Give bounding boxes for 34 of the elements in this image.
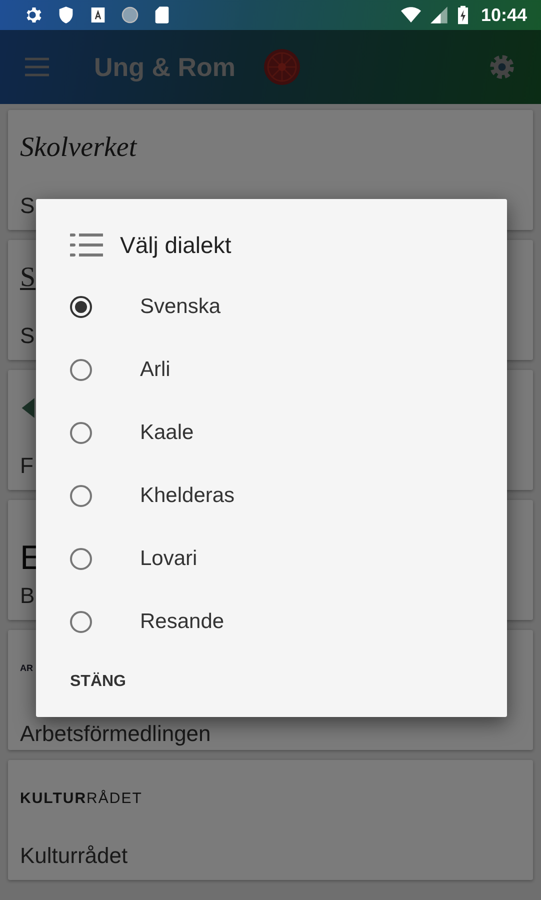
settings-icon [24, 5, 44, 25]
wheel-icon [262, 47, 302, 87]
close-button[interactable]: STÄNG [66, 667, 130, 697]
wifi-icon [400, 5, 421, 25]
dialect-option[interactable]: Khelderas [70, 464, 507, 527]
card-title: Arbetsförmedlingen [20, 722, 211, 746]
logo-text: AR [20, 663, 33, 673]
circle-icon [120, 5, 140, 25]
app-title: Ung & Rom [94, 52, 236, 82]
card-title: Kulturrådet [20, 844, 128, 868]
dialect-option[interactable]: Arli [70, 338, 507, 401]
dialog-title: Välj dialekt [120, 232, 232, 258]
card-title: S [20, 324, 35, 348]
logo-text: KULTURRÅDET [20, 790, 142, 806]
dialect-option[interactable]: Lovari [70, 527, 507, 590]
card-title: S [20, 194, 35, 218]
list-icon [70, 232, 104, 258]
dialect-option[interactable]: Kaale [70, 401, 507, 464]
radio-button[interactable] [70, 484, 92, 506]
status-time: 10:44 [480, 4, 527, 26]
battery-icon [456, 5, 469, 25]
dialect-option[interactable]: Svenska [70, 275, 507, 338]
radio-button[interactable] [70, 358, 92, 380]
card-title: B [20, 584, 35, 608]
logo-text: S [20, 262, 36, 294]
logo-text: Skolverket [20, 132, 137, 164]
dialect-option[interactable]: Resande [70, 590, 507, 653]
radio-button[interactable] [70, 296, 92, 318]
card-background[interactable]: KULTURRÅDET Kulturrådet [8, 760, 533, 880]
radio-button[interactable] [70, 422, 92, 444]
radio-button[interactable] [70, 548, 92, 570]
card-title: F [20, 454, 34, 478]
radio-button[interactable] [70, 610, 92, 632]
signal-icon [428, 5, 449, 25]
